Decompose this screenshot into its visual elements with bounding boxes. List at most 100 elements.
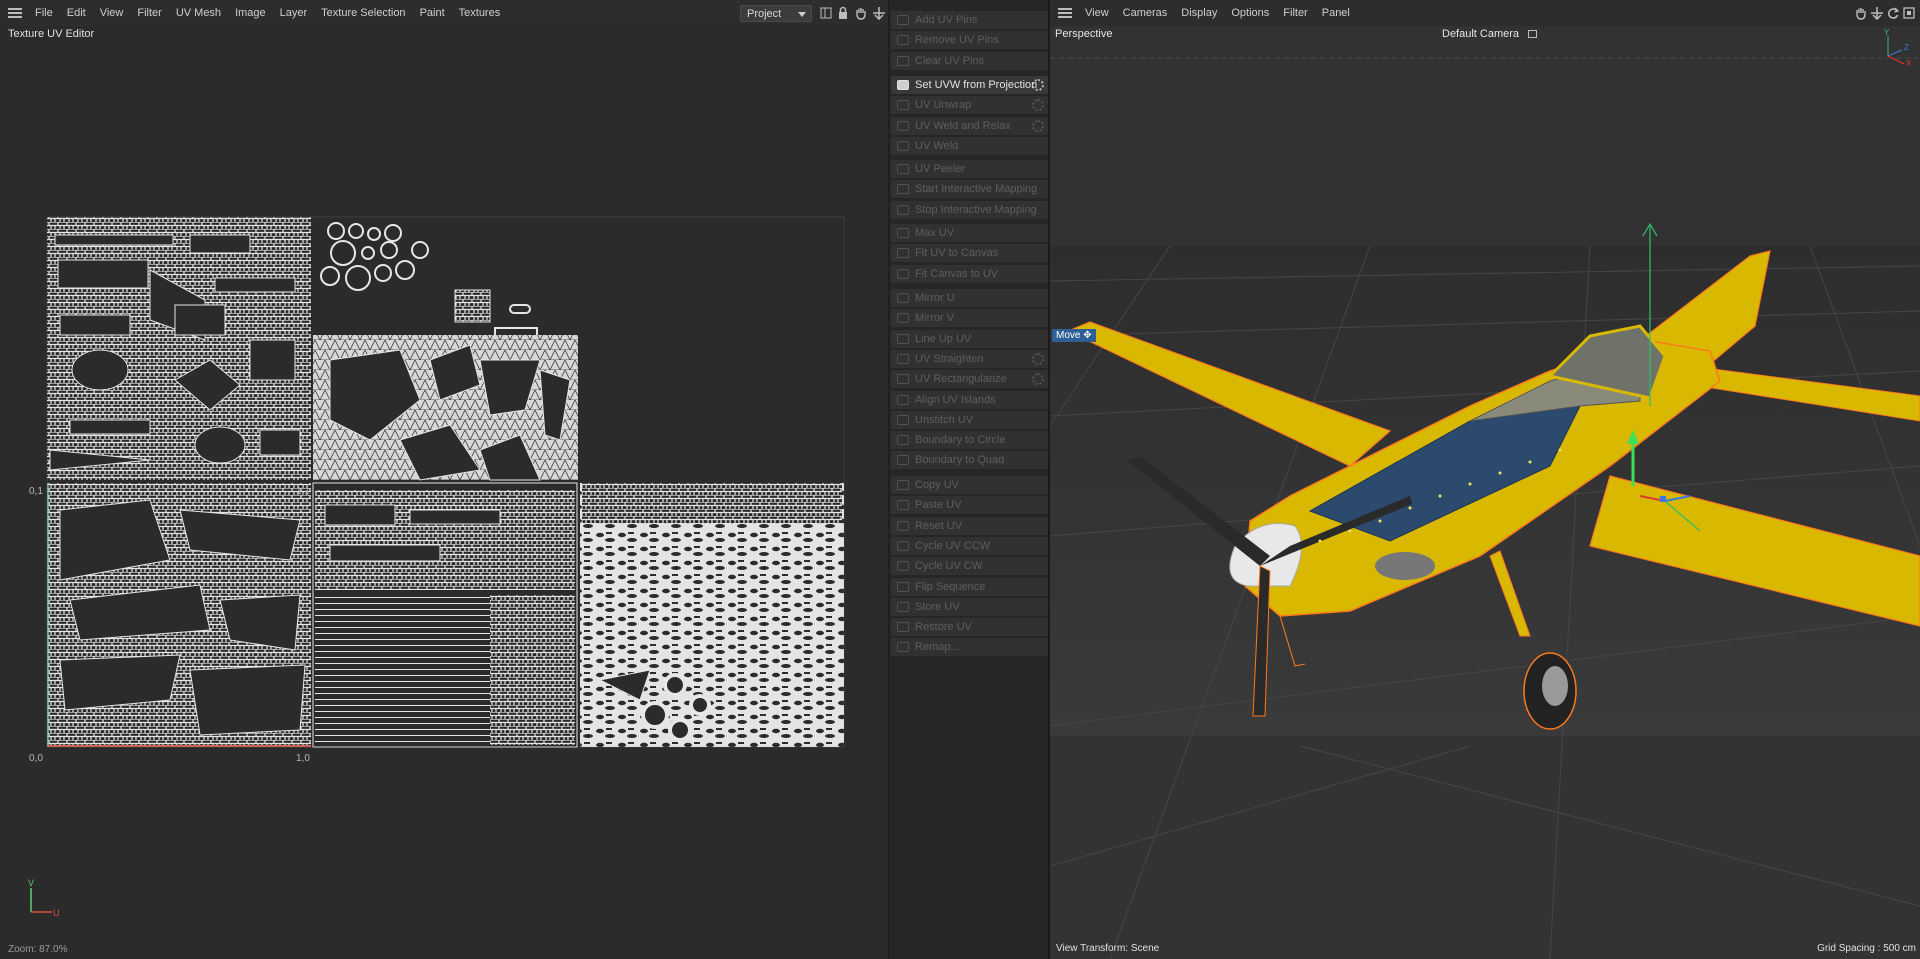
cmd-uv-rectangularize[interactable]: UV Rectangularize: [891, 370, 1048, 389]
cmd-align-uv-islands[interactable]: Align UV Islands: [891, 391, 1048, 410]
viewport-scene[interactable]: Y Z X: [1050, 26, 1920, 959]
uv-editor-panel: File Edit View Filter UV Mesh Image Laye…: [0, 0, 888, 959]
lock-icon[interactable]: [836, 6, 850, 20]
cmd-remap[interactable]: Remap...: [891, 638, 1048, 657]
cmd-max-uv[interactable]: Max UV: [891, 224, 1048, 243]
vp-menu-panel[interactable]: Panel: [1315, 0, 1357, 26]
uv-command-icon: [897, 100, 909, 110]
uv-island-group-bottom-middle: [312, 482, 578, 748]
uv-menu-hamburger-icon[interactable]: [8, 8, 22, 18]
cmd-label: Set UVW from Projection: [915, 79, 1038, 91]
cmd-label: Fit UV to Canvas: [915, 247, 999, 259]
uv-command-icon: [897, 374, 909, 384]
rotate-icon[interactable]: [1886, 6, 1900, 20]
viewport-hamburger-icon[interactable]: [1058, 8, 1072, 18]
cmd-label: UV Weld and Relax: [915, 120, 1011, 132]
uv-menu-uv-mesh[interactable]: UV Mesh: [169, 0, 228, 26]
vp-menu-display[interactable]: Display: [1174, 0, 1224, 26]
uv-menu-texture-selection[interactable]: Texture Selection: [314, 0, 412, 26]
cmd-stop-interactive-mapping[interactable]: Stop Interactive Mapping: [891, 201, 1048, 220]
vp-menu-options[interactable]: Options: [1224, 0, 1276, 26]
viewport-perspective-label[interactable]: Perspective: [1055, 28, 1112, 40]
cmd-boundary-to-circle[interactable]: Boundary to Circle: [891, 431, 1048, 450]
cmd-mirror-v[interactable]: Mirror V: [891, 309, 1048, 328]
viewport-panel: View Cameras Display Options Filter Pane…: [1050, 0, 1920, 959]
cmd-store-uv[interactable]: Store UV: [891, 598, 1048, 617]
cmd-unstitch-uv[interactable]: Unstitch UV: [891, 411, 1048, 430]
cmd-cycle-uv-ccw[interactable]: Cycle UV CCW: [891, 537, 1048, 556]
axis-y-label: Y: [1884, 28, 1890, 37]
cmd-label: Add UV Pins: [915, 14, 978, 26]
uv-command-icon: [897, 435, 909, 445]
cmd-boundary-to-quad[interactable]: Boundary to Quad: [891, 451, 1048, 470]
cmd-restore-uv[interactable]: Restore UV: [891, 618, 1048, 637]
cmd-copy-uv[interactable]: Copy UV: [891, 476, 1048, 495]
cmd-clear-uv-pins[interactable]: Clear UV Pins: [891, 52, 1048, 71]
gear-icon[interactable]: [1032, 120, 1044, 132]
cmd-label: Start Interactive Mapping: [915, 183, 1038, 195]
uv-menu-layer[interactable]: Layer: [273, 0, 315, 26]
uv-command-icon: [897, 15, 909, 25]
axis-z-label: Z: [1904, 43, 1909, 52]
cmd-label: Paste UV: [915, 499, 962, 511]
gear-icon[interactable]: [1032, 79, 1044, 91]
gizmo-u-label: U: [53, 908, 60, 918]
uv-command-icon: [897, 561, 909, 571]
cmd-fit-uv-to-canvas[interactable]: Fit UV to Canvas: [891, 244, 1048, 263]
uv-menu-paint[interactable]: Paint: [413, 0, 452, 26]
uv-command-icon: [897, 184, 909, 194]
uv-command-icon: [897, 582, 909, 592]
uv-menu-image[interactable]: Image: [228, 0, 273, 26]
cmd-paste-uv[interactable]: Paste UV: [891, 496, 1048, 515]
cmd-label: UV Weld: [915, 140, 959, 152]
maximize-icon[interactable]: [1902, 6, 1916, 20]
gear-icon[interactable]: [1032, 353, 1044, 365]
uv-command-icon: [897, 395, 909, 405]
cmd-flip-sequence[interactable]: Flip Sequence: [891, 578, 1048, 597]
camera-icon[interactable]: [1528, 30, 1537, 38]
move-icon[interactable]: [872, 6, 886, 21]
cmd-uv-unwrap[interactable]: UV Unwrap: [891, 96, 1048, 115]
cmd-cycle-uv-cw[interactable]: Cycle UV CW: [891, 557, 1048, 576]
uv-island-group-top-middle: [313, 222, 578, 481]
uv-commands-panel: Add UV Pins Remove UV Pins Clear UV Pins Se…: [888, 0, 1050, 959]
vp-menu-view[interactable]: View: [1078, 0, 1116, 26]
cmd-uv-peeler[interactable]: UV Peeler: [891, 160, 1048, 179]
cmd-label: Cycle UV CW: [915, 560, 983, 572]
layout-icon[interactable]: [819, 6, 833, 20]
uv-uv-one-label: 1,1: [296, 486, 310, 497]
cmd-start-interactive-mapping[interactable]: Start Interactive Mapping: [891, 180, 1048, 199]
gear-icon[interactable]: [1032, 99, 1044, 111]
uv-menu-filter[interactable]: Filter: [130, 0, 168, 26]
uv-menu-view[interactable]: View: [93, 0, 131, 26]
viewport-camera-label[interactable]: Default Camera: [1442, 28, 1519, 40]
cmd-reset-uv[interactable]: Reset UV: [891, 517, 1048, 536]
project-select-value: Project: [747, 8, 782, 20]
hand-icon[interactable]: [1854, 6, 1868, 20]
project-select[interactable]: Project: [740, 5, 812, 22]
cmd-uv-straighten[interactable]: UV Straighten: [891, 350, 1048, 369]
cmd-remove-uv-pins[interactable]: Remove UV Pins: [891, 31, 1048, 50]
move-icon[interactable]: [1870, 6, 1884, 21]
cmd-label: Boundary to Circle: [915, 434, 1006, 446]
cmd-label: Cycle UV CCW: [915, 540, 991, 552]
cmd-fit-canvas-to-uv[interactable]: Fit Canvas to UV: [891, 265, 1048, 284]
uv-command-icon: [897, 248, 909, 258]
cmd-set-uvw-from-projection[interactable]: Set UVW from Projection: [891, 76, 1048, 95]
cmd-uv-weld-and-relax[interactable]: UV Weld and Relax: [891, 117, 1048, 136]
uv-canvas[interactable]: 0,0 1,0 0,1 1,1 V U: [0, 40, 888, 940]
uv-command-icon: [897, 121, 909, 131]
cmd-uv-weld[interactable]: UV Weld: [891, 137, 1048, 156]
uv-menu-textures[interactable]: Textures: [452, 0, 508, 26]
hand-icon[interactable]: [854, 6, 868, 20]
uv-menu-file[interactable]: File: [28, 0, 60, 26]
cmd-add-uv-pins[interactable]: Add UV Pins: [891, 11, 1048, 30]
cmd-mirror-u[interactable]: Mirror U: [891, 289, 1048, 308]
uv-menu-edit[interactable]: Edit: [60, 0, 93, 26]
cmd-line-up-uv[interactable]: Line Up UV: [891, 330, 1048, 349]
vp-menu-filter[interactable]: Filter: [1276, 0, 1314, 26]
gear-icon[interactable]: [1032, 373, 1044, 385]
cmd-label: Fit Canvas to UV: [915, 268, 999, 280]
cmd-label: Stop Interactive Mapping: [915, 204, 1037, 216]
vp-menu-cameras[interactable]: Cameras: [1116, 0, 1175, 26]
